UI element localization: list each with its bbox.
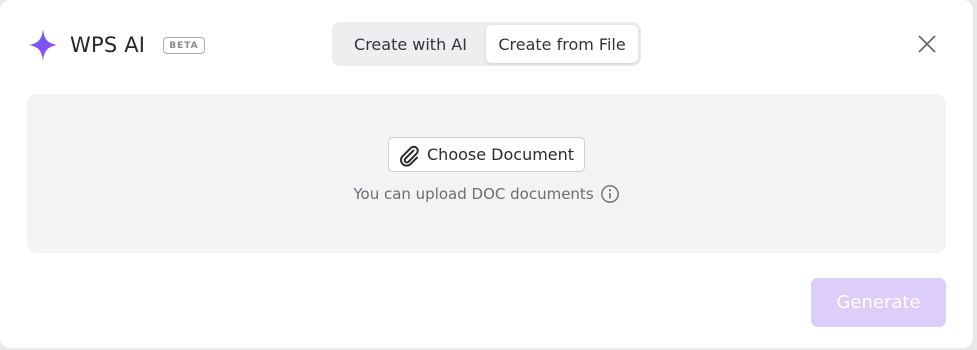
info-icon[interactable] (600, 184, 620, 204)
paperclip-icon (400, 145, 419, 167)
mode-tabs: Create with AI Create from File (332, 22, 641, 66)
beta-badge: BETA (163, 36, 205, 54)
brand-header: WPS AI BETA (28, 28, 205, 62)
choose-document-label: Choose Document (427, 145, 575, 164)
tab-create-from-file[interactable]: Create from File (486, 25, 638, 63)
upload-hint-text: You can upload DOC documents (353, 185, 594, 203)
choose-document-button[interactable]: Choose Document (388, 137, 585, 172)
upload-panel: Choose Document You can upload DOC docum… (27, 94, 946, 253)
upload-hint: You can upload DOC documents (27, 184, 946, 204)
close-icon (918, 35, 936, 53)
close-button[interactable] (914, 31, 940, 57)
wps-ai-dialog: WPS AI BETA Create with AI Create from F… (0, 0, 973, 348)
app-title: WPS AI (70, 33, 146, 57)
tab-create-with-ai[interactable]: Create with AI (335, 25, 486, 63)
generate-button[interactable]: Generate (811, 278, 946, 327)
sparkle-icon (29, 29, 57, 61)
